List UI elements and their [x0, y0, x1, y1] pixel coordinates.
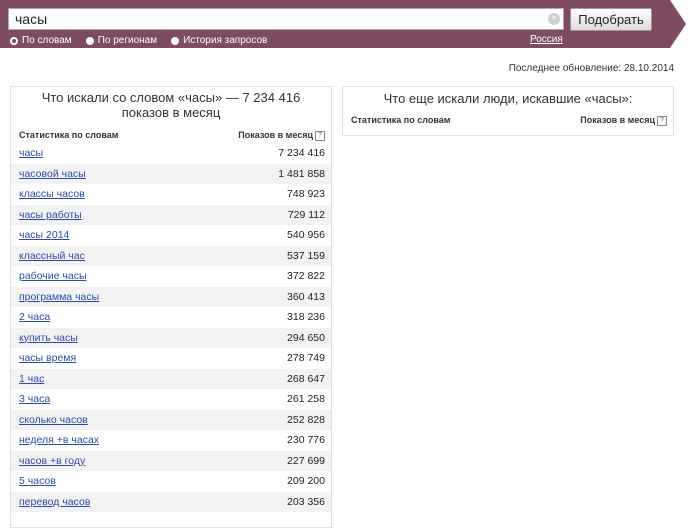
impressions-count: 372 822	[287, 270, 325, 283]
impressions-count: 729 112	[287, 208, 325, 221]
panel-title: Что еще искали люди, искавшие «часы»:	[383, 91, 633, 106]
table-row: часовой часы 1 481 858	[11, 163, 331, 184]
keyword-link[interactable]: 1 час	[19, 373, 44, 385]
keyword-stats-panel: Что искали со словом «часы» — 7 234 416 …	[10, 86, 332, 528]
table-row: сколько часов 252 828	[11, 409, 331, 430]
keyword-link[interactable]: часовой часы	[19, 168, 86, 180]
col-count: Показов в месяц?	[580, 115, 667, 126]
table-row: 2 часа 318 236	[11, 307, 331, 328]
keyword-link[interactable]: часов +в году	[19, 455, 85, 467]
keyword-link[interactable]: 2 часа	[19, 311, 50, 323]
keyword-link[interactable]: часы время	[19, 352, 76, 364]
table-row: часы время 278 749	[11, 348, 331, 369]
mode-by-regions[interactable]: По регионам	[85, 35, 158, 46]
mode-by-words[interactable]: По словам	[10, 35, 72, 46]
keyword-link[interactable]: классный час	[19, 250, 85, 262]
impressions-count: 537 159	[287, 249, 325, 262]
region-link[interactable]: Россия	[530, 34, 563, 45]
table-row: купить часы 294 650	[11, 327, 331, 348]
table-row: часы 7 234 416	[11, 143, 331, 164]
impressions-count: 360 413	[287, 290, 325, 303]
panel-title: Что искали со словом «часы» — 7 234 416 …	[41, 90, 301, 120]
keyword-link[interactable]: 3 часа	[19, 393, 50, 405]
impressions-count: 203 356	[287, 495, 325, 508]
impressions-count: 748 923	[287, 188, 325, 201]
col-keyword: Статистика по словам	[19, 130, 119, 140]
help-icon[interactable]: ?	[657, 115, 667, 126]
table-row: программа часы 360 413	[11, 286, 331, 307]
table-header: Статистика по словам Показов в месяц?	[11, 129, 331, 142]
radio-icon[interactable]	[171, 36, 180, 45]
table-row: перевод часов 203 356	[11, 491, 331, 512]
table-row: часы 2014 540 956	[11, 225, 331, 246]
impressions-count: 252 828	[287, 413, 325, 426]
impressions-count: 294 650	[287, 331, 325, 344]
impressions-count: 227 699	[287, 454, 325, 467]
impressions-count: 1 481 858	[278, 167, 325, 180]
impressions-count: 268 647	[287, 372, 325, 385]
table-row: классный час 537 159	[11, 245, 331, 266]
table-row: рабочие часы 372 822	[11, 266, 331, 287]
table-row: 3 часа 261 258	[11, 389, 331, 410]
keyword-link[interactable]: рабочие часы	[19, 270, 87, 282]
col-keyword: Статистика по словам	[351, 115, 451, 125]
search-input[interactable]	[8, 8, 564, 30]
clear-icon[interactable]: ×	[548, 13, 560, 25]
radio-icon[interactable]	[85, 36, 94, 45]
keyword-link[interactable]: купить часы	[19, 332, 78, 344]
submit-button[interactable]: Подобрать	[570, 8, 652, 31]
impressions-count: 230 776	[287, 434, 325, 447]
help-icon[interactable]: ?	[315, 130, 325, 141]
keyword-link[interactable]: программа часы	[19, 291, 99, 303]
related-queries-panel: Что еще искали люди, искавшие «часы»: Ст…	[342, 86, 674, 136]
mode-label: По словам	[22, 35, 72, 46]
table-row: часы работы 729 112	[11, 204, 331, 225]
search-bar-arrow	[670, 0, 686, 48]
impressions-count: 261 258	[287, 393, 325, 406]
table-row: неделя +в часах 230 776	[11, 430, 331, 451]
keyword-link[interactable]: часы	[19, 147, 43, 159]
last-update: Последнее обновление: 28.10.2014	[508, 63, 674, 74]
table-row: 5 часов 209 200	[11, 471, 331, 492]
impressions-count: 318 236	[287, 311, 325, 324]
table-row: 1 час 268 647	[11, 368, 331, 389]
impressions-count: 540 956	[287, 229, 325, 242]
table-row: часов +в году 227 699	[11, 450, 331, 471]
impressions-count: 7 234 416	[278, 147, 325, 160]
keyword-link[interactable]: классы часов	[19, 188, 85, 200]
col-count: Показов в месяц?	[238, 129, 325, 142]
keyword-table: часы 7 234 416 часовой часы 1 481 858 классы…	[11, 143, 331, 512]
mode-history[interactable]: История запросов	[171, 35, 267, 46]
keyword-link[interactable]: часы работы	[19, 209, 82, 221]
mode-label: По регионам	[97, 35, 158, 46]
table-header: Статистика по словам Показов в месяц?	[343, 115, 673, 126]
keyword-link[interactable]: 5 часов	[19, 475, 56, 487]
impressions-count: 209 200	[287, 475, 325, 488]
mode-label: История запросов	[183, 35, 268, 46]
keyword-link[interactable]: сколько часов	[19, 414, 88, 426]
impressions-count: 278 749	[287, 352, 325, 365]
keyword-link[interactable]: часы 2014	[19, 229, 69, 241]
mode-selector: По словам По регионам История запросов	[10, 34, 281, 47]
keyword-link[interactable]: неделя +в часах	[19, 434, 99, 446]
radio-checked-icon[interactable]	[10, 36, 18, 45]
keyword-link[interactable]: перевод часов	[19, 496, 90, 508]
table-row: классы часов 748 923	[11, 184, 331, 205]
